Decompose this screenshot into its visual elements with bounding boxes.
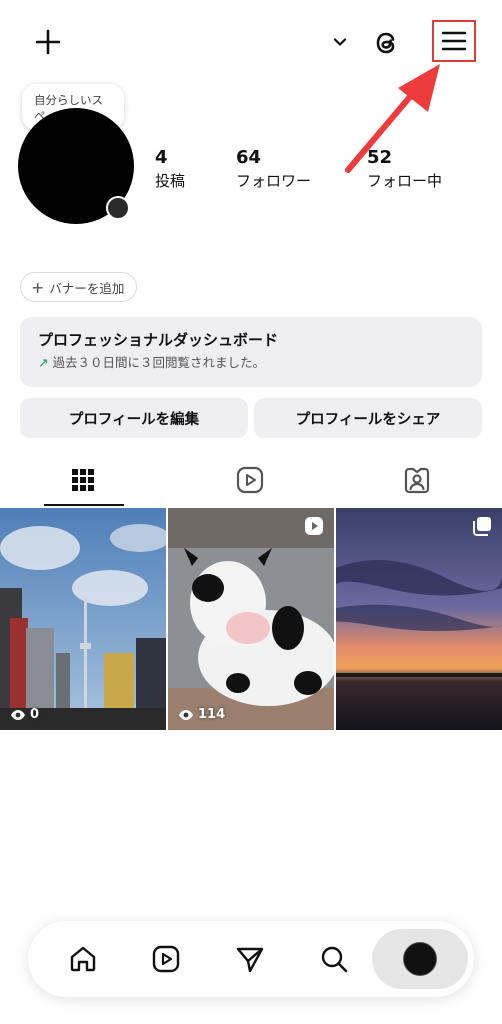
post-thumbnail[interactable] [336, 508, 502, 730]
tab-reels[interactable] [230, 462, 270, 498]
profile-avatar [403, 942, 437, 976]
stat-posts-label: 投稿 [155, 172, 186, 190]
city-photo [0, 508, 166, 730]
tagged-icon [404, 467, 430, 494]
stat-posts[interactable]: 4 投稿 [155, 146, 185, 192]
post-thumbnail[interactable]: 114 [168, 508, 334, 730]
tab-tagged[interactable] [397, 462, 437, 498]
dashboard-subtitle-row: ↗ 過去３０日間に３回閲覧されました。 [38, 353, 464, 373]
stat-followers-label: フォロワー [236, 172, 312, 190]
chevron-down-icon [333, 38, 347, 46]
add-banner-button[interactable]: + バナーを追加 [20, 272, 138, 302]
send-icon [236, 947, 264, 973]
add-banner-label: バナーを追加 [49, 280, 125, 296]
create-button[interactable] [30, 24, 66, 60]
view-count: 114 [178, 707, 225, 722]
professional-dashboard[interactable]: プロフェッショナルダッシュボード ↗ 過去３０日間に３回閲覧されました。 [20, 317, 482, 387]
stat-posts-value: 4 [155, 147, 168, 168]
home-icon [70, 946, 96, 972]
view-count-value: 114 [198, 707, 226, 722]
dashboard-title: プロフェッショナルダッシュボード [38, 331, 279, 349]
dashboard-subtitle: 過去３０日間に３回閲覧されました。 [52, 355, 265, 370]
cow-statue-photo [168, 508, 334, 730]
eye-icon [179, 709, 193, 720]
view-count-value: 0 [30, 707, 40, 722]
reels-icon [236, 466, 264, 494]
sunset-photo [336, 508, 502, 730]
share-profile-button[interactable]: プロフィールをシェア [254, 398, 482, 438]
reels-icon [305, 517, 323, 535]
grid-icon [72, 469, 94, 491]
view-count: 0 [10, 707, 39, 722]
add-story-icon[interactable] [106, 196, 130, 220]
tab-posts-grid[interactable] [63, 462, 103, 498]
account-switch-button[interactable] [328, 30, 352, 54]
edit-profile-button[interactable]: プロフィールを編集 [20, 398, 248, 438]
nav-home[interactable] [64, 940, 102, 978]
stat-following-label: フォロー中 [367, 172, 443, 190]
stat-followers[interactable]: 64 フォロワー [236, 146, 311, 192]
tab-active-indicator [44, 504, 124, 506]
bottom-nav [28, 921, 474, 997]
nav-search[interactable] [315, 940, 353, 978]
carousel-icon [473, 517, 491, 536]
nav-reels[interactable] [147, 940, 185, 978]
plus-icon [35, 29, 61, 55]
plus-icon: + [31, 277, 45, 297]
stat-followers-value: 64 [236, 147, 262, 168]
nav-profile[interactable] [372, 929, 468, 989]
post-thumbnail[interactable]: 0 [0, 508, 166, 730]
nav-messages[interactable] [231, 940, 269, 978]
stat-following-value: 52 [367, 147, 393, 168]
search-icon [321, 946, 348, 973]
eye-icon [11, 709, 25, 720]
stat-following[interactable]: 52 フォロー中 [367, 146, 442, 192]
menu-icon [441, 31, 467, 51]
trend-up-icon: ↗ [38, 355, 49, 370]
reels-icon [152, 945, 180, 973]
